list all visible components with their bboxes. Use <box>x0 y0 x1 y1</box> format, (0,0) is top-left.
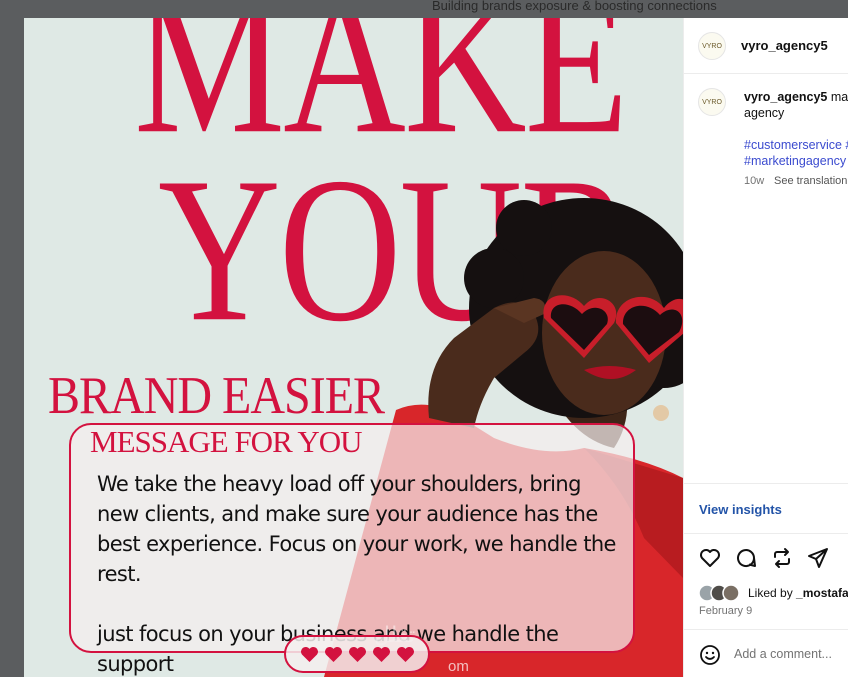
comment-icon[interactable] <box>734 546 758 570</box>
hashtag-line-2[interactable]: #marketingagency <box>744 154 846 168</box>
divider <box>684 533 848 534</box>
caption-second-line: agency <box>744 106 785 120</box>
hearts-badge <box>284 635 430 673</box>
post-date[interactable]: February 9 <box>699 605 752 617</box>
watermark-domain: om <box>448 658 469 675</box>
post-side-panel: VYRO vyro_agency5 VYRO vyro_agency5 mak … <box>683 18 848 677</box>
heart-icon <box>300 646 318 662</box>
liked-by-prefix: Liked by <box>748 586 797 600</box>
repost-icon[interactable] <box>770 546 794 570</box>
caption-avatar[interactable]: VYRO <box>698 88 726 116</box>
see-translation-link[interactable]: See translation <box>774 175 847 187</box>
liked-by-text: Liked by _mostafa <box>748 586 848 600</box>
share-icon[interactable] <box>806 546 830 570</box>
heart-icon <box>396 646 414 662</box>
emoji-icon[interactable] <box>698 643 722 667</box>
heart-icon <box>348 646 366 662</box>
heart-icon <box>324 646 342 662</box>
caption-username[interactable]: vyro_agency5 <box>744 90 827 104</box>
message-paragraph-1: We take the heavy load off your shoulder… <box>97 472 616 586</box>
caption-first-line: vyro_agency5 mak <box>744 90 848 104</box>
hashtag-line-1[interactable]: #customerservice # <box>744 138 848 152</box>
avatar[interactable]: VYRO <box>698 32 726 60</box>
message-heading: MESSAGE FOR YOU <box>90 424 363 459</box>
post-time-ago[interactable]: 10w <box>744 175 764 187</box>
post-image[interactable]: MAKE YOUR BRAND EASIER We take the heavy… <box>24 18 683 677</box>
heart-icon[interactable] <box>698 546 722 570</box>
divider <box>684 483 848 484</box>
view-insights-link[interactable]: View insights <box>699 502 782 517</box>
headline-brand-easier: BRAND EASIER <box>48 366 385 425</box>
divider <box>684 73 848 74</box>
comment-input[interactable] <box>734 647 848 661</box>
header-username[interactable]: vyro_agency5 <box>741 38 828 53</box>
heart-icon <box>372 646 390 662</box>
liker-avatars[interactable] <box>698 584 744 602</box>
caption-text-start: mak <box>830 90 848 104</box>
top-caption: Building brands exposure & boosting conn… <box>432 0 717 13</box>
liked-by-user[interactable]: _mostafa <box>796 586 848 600</box>
divider <box>684 629 848 630</box>
